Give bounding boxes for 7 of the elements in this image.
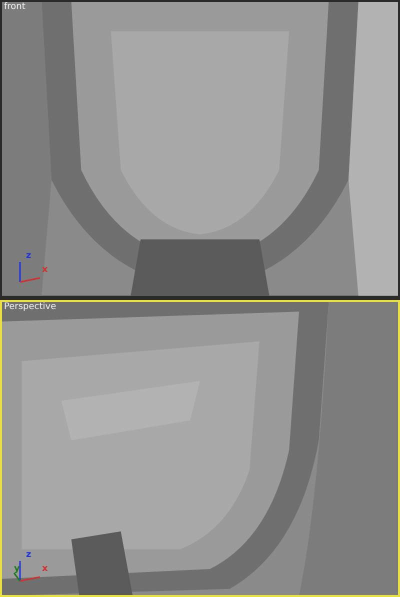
viewport-label[interactable]: Perspective: [4, 302, 56, 312]
axis-label: x: [42, 565, 48, 574]
axis-label: x: [42, 266, 48, 274]
viewport[interactable]: front z x: [0, 0, 400, 298]
axis-label: z: [26, 252, 32, 260]
viewport-label[interactable]: front: [4, 2, 26, 12]
axis-label: z: [26, 551, 32, 560]
